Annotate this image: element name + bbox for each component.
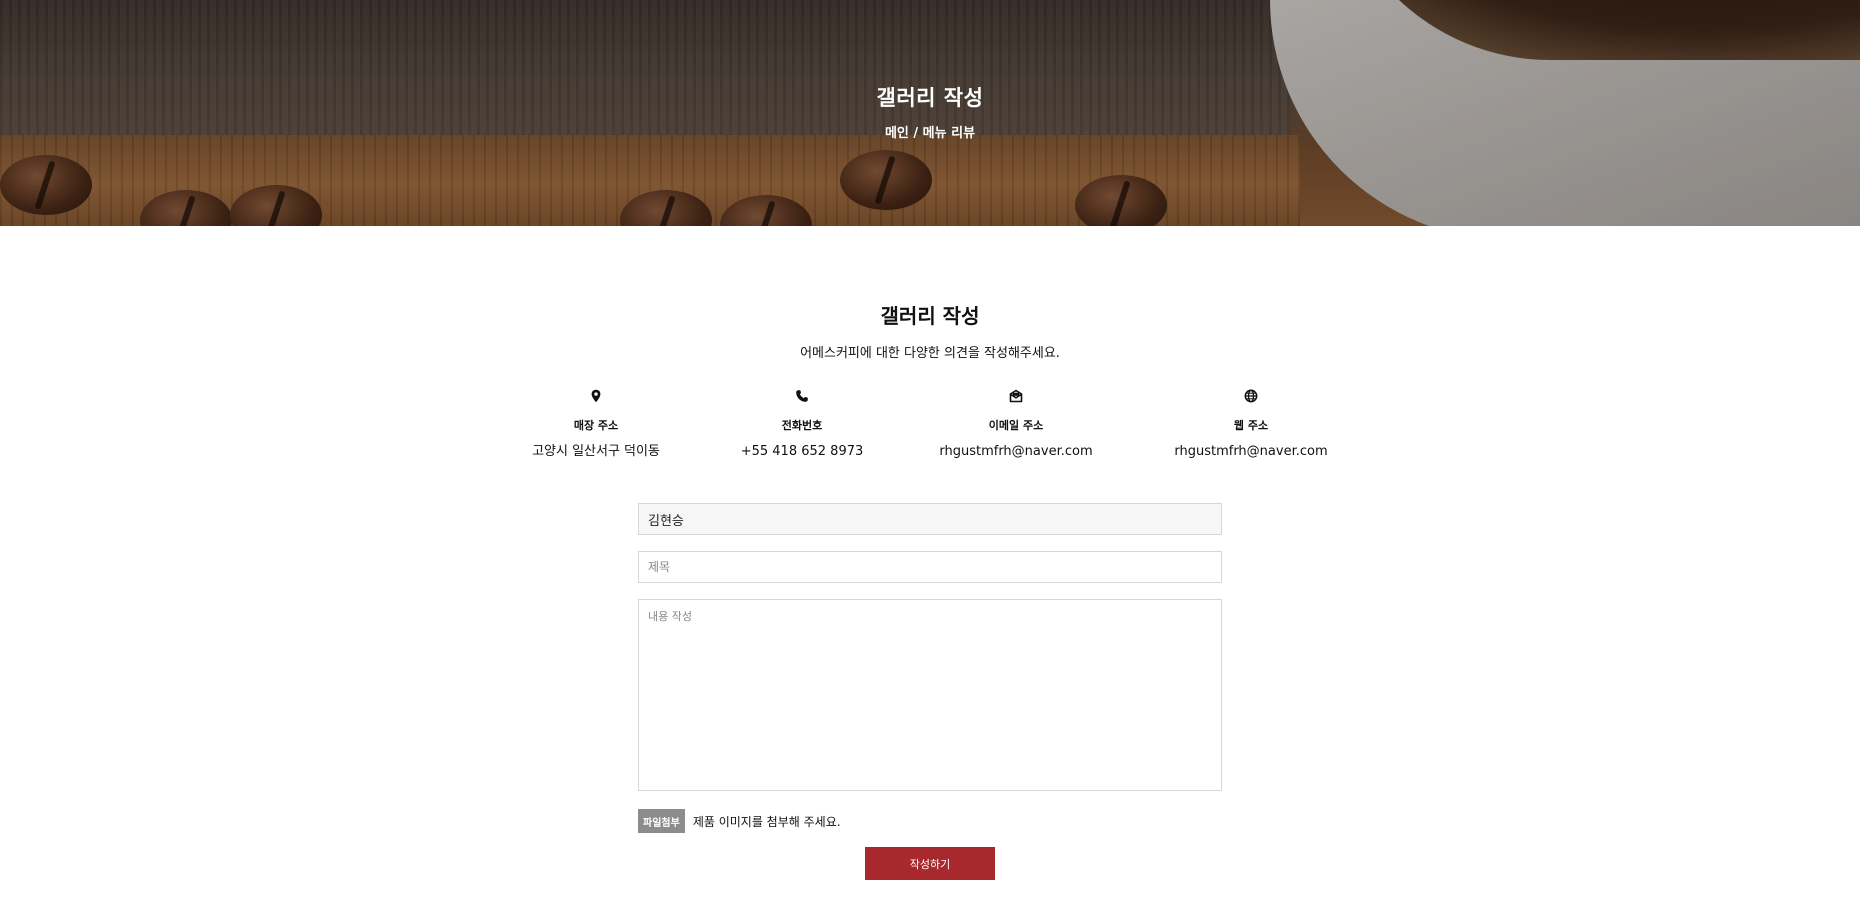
info-value: rhgustmfrh@naver.com xyxy=(939,444,1093,459)
title-input[interactable] xyxy=(638,551,1222,583)
phone-icon xyxy=(796,390,808,402)
page-subtitle: 어메스커피에 대한 다양한 의견을 작성해주세요. xyxy=(800,346,1060,361)
info-web: 웹 주소 rhgustmfrh@naver.com xyxy=(1131,389,1371,461)
info-label: 이메일 주소 xyxy=(988,419,1044,432)
hero-text: 갤러리 작성 메인 / 메뉴 리뷰 xyxy=(0,82,1860,141)
file-attach-button[interactable]: 파일첨부 xyxy=(638,809,685,833)
author-name-field[interactable] xyxy=(638,503,1222,535)
info-value: +55 418 652 8973 xyxy=(740,444,864,459)
info-phone: 전화번호 +55 418 652 8973 xyxy=(682,389,922,461)
info-value: 고양시 일산서구 덕이동 xyxy=(532,444,660,459)
map-pin-icon xyxy=(591,389,601,403)
info-email: 이메일 주소 rhgustmfrh@naver.com xyxy=(896,389,1136,461)
hero-title: 갤러리 작성 xyxy=(876,86,984,110)
content-textarea[interactable] xyxy=(638,599,1222,791)
submit-button[interactable]: 작성하기 xyxy=(865,847,995,880)
hero-banner: 갤러리 작성 메인 / 메뉴 리뷰 xyxy=(0,0,1860,226)
globe-icon xyxy=(1244,389,1258,403)
info-label: 매장 주소 xyxy=(573,419,619,432)
file-hint: 제품 이미지를 첨부해 주세요. xyxy=(692,814,841,829)
info-label: 웹 주소 xyxy=(1233,419,1269,432)
file-attach-row: 파일첨부 제품 이미지를 첨부해 주세요. xyxy=(638,809,1222,833)
info-store-address: 매장 주소 고양시 일산서구 덕이동 xyxy=(476,389,716,461)
contact-info-row: 매장 주소 고양시 일산서구 덕이동 전화번호 +55 418 652 8973… xyxy=(0,389,1860,469)
info-label: 전화번호 xyxy=(781,419,823,432)
page-title: 갤러리 작성 xyxy=(880,304,980,328)
main-content: 갤러리 작성 어메스커피에 대한 다양한 의견을 작성해주세요. 매장 주소 고… xyxy=(0,302,1860,880)
info-value: rhgustmfrh@naver.com xyxy=(1174,444,1328,459)
breadcrumb[interactable]: 메인 / 메뉴 리뷰 xyxy=(0,122,1860,141)
mail-icon xyxy=(1009,389,1023,403)
gallery-form: 파일첨부 제품 이미지를 첨부해 주세요. 작성하기 xyxy=(638,503,1222,880)
